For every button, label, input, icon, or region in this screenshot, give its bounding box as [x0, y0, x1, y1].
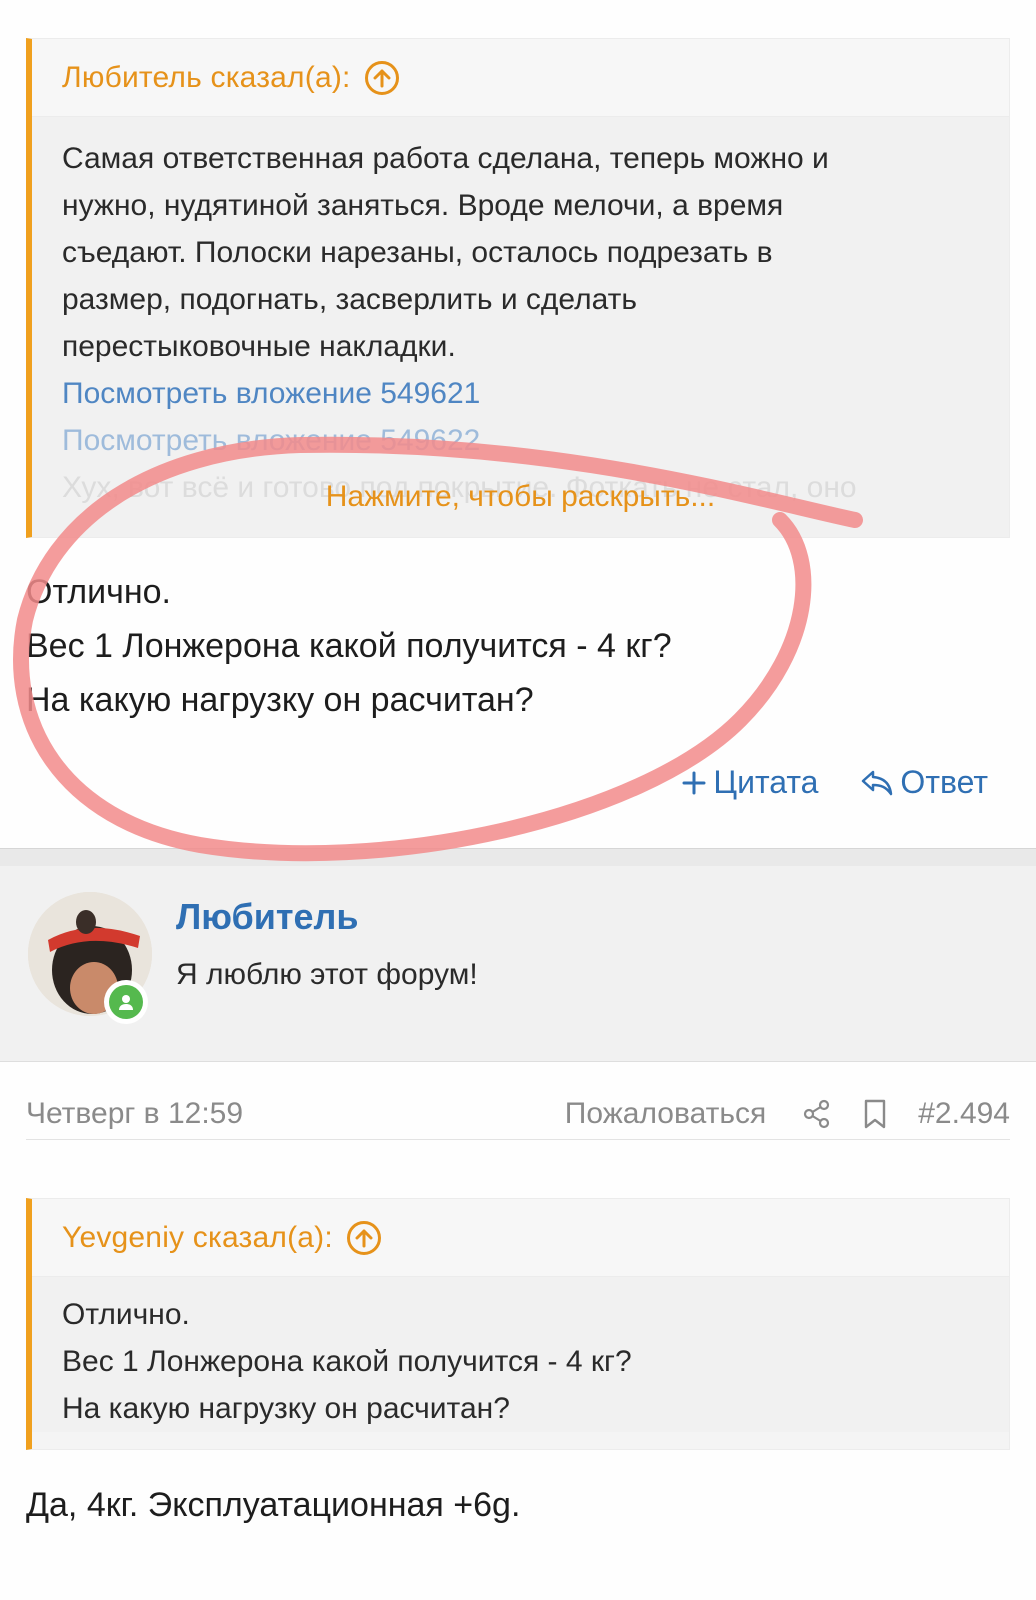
attachment-link-2[interactable]: Посмотреть вложение 549622	[62, 417, 979, 464]
reply-button[interactable]: Ответ	[860, 764, 988, 801]
quote-block-1: Любитель сказал(а): Самая ответственная …	[26, 38, 1010, 538]
post-line: Отлично.	[26, 573, 171, 611]
quote-content: Самая ответственная работа сделана, тепе…	[32, 117, 1009, 537]
bookmark-icon[interactable]	[862, 1098, 888, 1130]
quote-header: Yevgeniy сказал(а):	[32, 1199, 1009, 1277]
quote-author[interactable]: Yevgeniy сказал(а):	[62, 1221, 333, 1255]
quote-line: перестыковочные накладки.	[62, 330, 456, 363]
post-line: Вес 1 Лонжерона какой получится - 4 кг?	[26, 627, 672, 665]
arrow-up-circle-icon[interactable]	[346, 1220, 381, 1255]
post-body-1: Отлично. Вес 1 Лонжерона какой получится…	[26, 565, 672, 727]
quote-line: Самая ответственная работа сделана, тепе…	[62, 142, 829, 175]
quote-line: Отлично.	[62, 1298, 190, 1331]
quote-content: Отлично. Вес 1 Лонжерона какой получится…	[32, 1277, 1009, 1432]
reply-label: Ответ	[900, 764, 988, 800]
user-title: Я люблю этот форум!	[176, 958, 478, 991]
report-button[interactable]: Пожаловаться	[565, 1097, 766, 1131]
username[interactable]: Любитель	[176, 896, 359, 938]
user-card: Любитель Я люблю этот форум!	[0, 866, 1036, 1062]
online-status-icon	[104, 980, 148, 1024]
post-line: Да, 4кг. Эксплуатационная +6g.	[26, 1486, 521, 1524]
quote-header: Любитель сказал(а):	[32, 39, 1009, 117]
share-icon[interactable]	[802, 1099, 832, 1129]
post-actions: Цитата Ответ	[681, 764, 988, 801]
reply-icon	[862, 770, 893, 795]
post-number[interactable]: #2.494	[918, 1097, 1010, 1131]
attachment-link-1[interactable]: Посмотреть вложение 549621	[62, 370, 979, 417]
expand-quote-button[interactable]: Нажмите, чтобы раскрыть...	[32, 477, 1009, 517]
quote-action-label: Цитата	[713, 764, 819, 800]
quote-line: съедают. Полоски нарезаны, осталось подр…	[62, 236, 773, 269]
arrow-up-circle-icon[interactable]	[364, 60, 399, 95]
quote-line: На какую нагрузку он расчитан?	[62, 1392, 510, 1425]
quote-line: размер, подогнать, засверлить и сделать	[62, 283, 638, 316]
quote-line: Вес 1 Лонжерона какой получится - 4 кг?	[62, 1345, 632, 1378]
post-line: На какую нагрузку он расчитан?	[26, 681, 534, 719]
quote-line: нужно, нудятиной заняться. Вроде мелочи,…	[62, 189, 784, 222]
plus-icon	[682, 771, 706, 794]
post-divider	[0, 848, 1036, 866]
post-meta: Четверг в 12:59 Пожаловаться #2.494	[26, 1088, 1010, 1140]
quote-block-2: Yevgeniy сказал(а): Отлично. Вес 1 Лонже…	[26, 1198, 1010, 1450]
quote-action-button[interactable]: Цитата	[681, 764, 818, 801]
post-body-2: Да, 4кг. Эксплуатационная +6g.	[26, 1478, 520, 1532]
post-date[interactable]: Четверг в 12:59	[26, 1097, 565, 1131]
quote-author[interactable]: Любитель сказал(а):	[62, 61, 351, 95]
